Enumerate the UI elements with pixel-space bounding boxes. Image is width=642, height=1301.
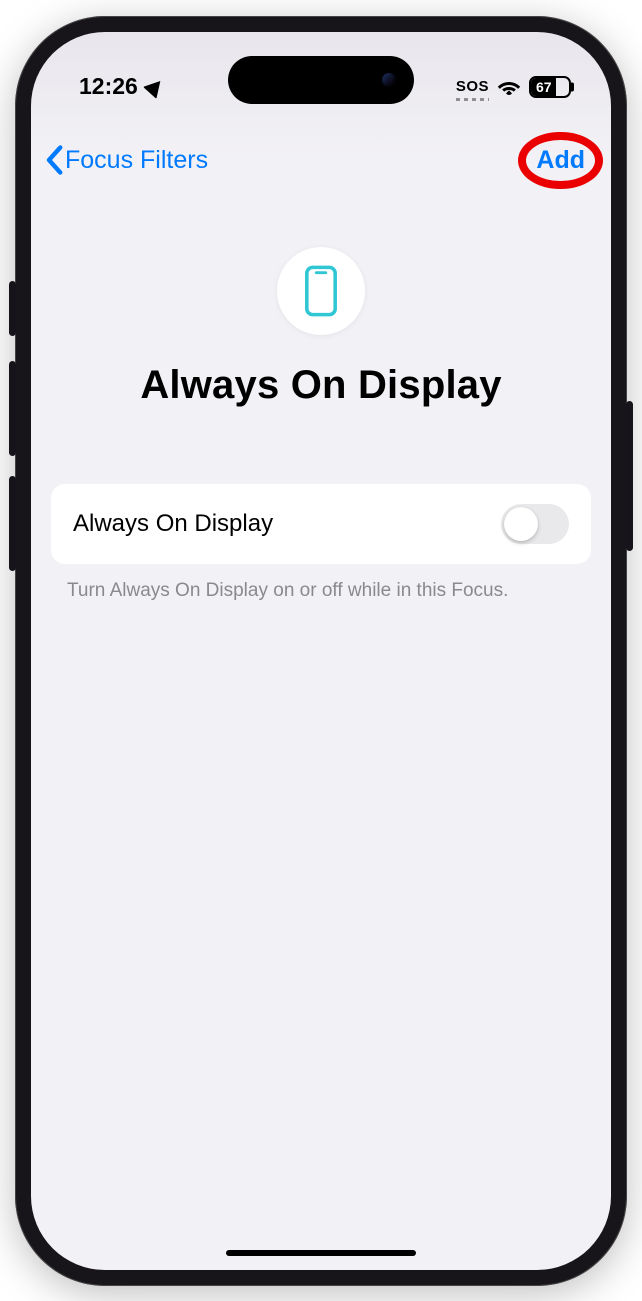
side-button: [9, 281, 16, 336]
volume-down-button: [9, 476, 16, 571]
aod-toggle[interactable]: [501, 504, 569, 544]
add-label: Add: [536, 146, 585, 174]
back-label: Focus Filters: [65, 146, 208, 175]
dynamic-island: [228, 56, 414, 104]
setting-label: Always On Display: [73, 510, 273, 538]
wifi-icon: [497, 78, 521, 96]
page-header: Always On Display: [31, 197, 611, 448]
chevron-left-icon: [45, 145, 63, 175]
power-button: [626, 401, 633, 551]
battery-icon: 67: [529, 76, 571, 98]
screen: 12:26 SOS 67 Focus Filters Add: [31, 32, 611, 1270]
add-button[interactable]: Add: [528, 140, 593, 181]
volume-up-button: [9, 361, 16, 456]
phone-outline-icon: [303, 265, 339, 317]
home-indicator[interactable]: [226, 1250, 416, 1256]
page-title: Always On Display: [140, 363, 501, 408]
back-button[interactable]: Focus Filters: [45, 145, 208, 175]
toggle-knob: [504, 507, 538, 541]
footer-description: Turn Always On Display on or off while i…: [67, 580, 575, 602]
location-icon: [143, 75, 167, 99]
phone-frame: 12:26 SOS 67 Focus Filters Add: [15, 16, 627, 1286]
navigation-bar: Focus Filters Add: [31, 110, 611, 197]
setting-row-aod: Always On Display: [51, 484, 591, 564]
sos-indicator: SOS: [456, 78, 489, 95]
feature-icon-container: [277, 247, 365, 335]
battery-level: 67: [531, 78, 556, 96]
status-time: 12:26: [79, 73, 138, 100]
